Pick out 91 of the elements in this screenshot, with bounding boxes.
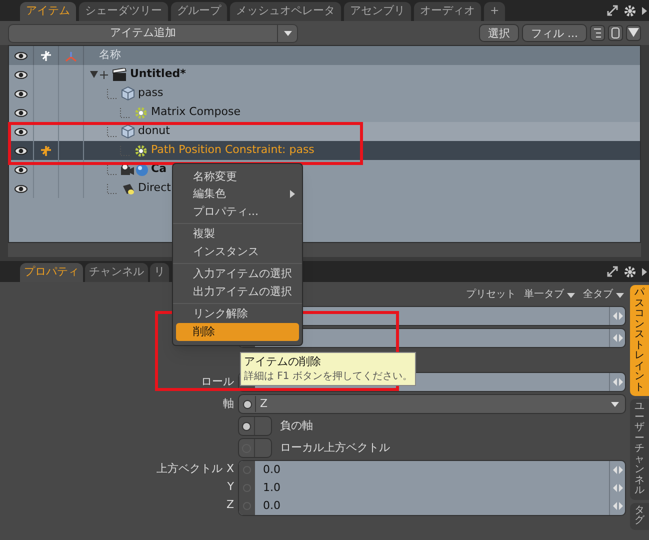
eye-icon[interactable]: [14, 50, 28, 60]
settings-icon[interactable]: [623, 264, 637, 278]
caret-icon: [567, 292, 575, 298]
menu-item[interactable]: 削除: [176, 323, 299, 340]
column-header: 名称: [98, 47, 121, 64]
camera-icon: [121, 162, 134, 176]
eye-icon[interactable]: [14, 164, 28, 174]
cube-icon: [121, 86, 135, 101]
arrow-icon[interactable]: [641, 266, 647, 276]
eye-icon[interactable]: [14, 88, 28, 98]
eye-icon[interactable]: [14, 108, 28, 118]
field-value: 0.0: [262, 498, 282, 514]
menu-item[interactable]: 複製: [176, 226, 299, 243]
tree-line-icon: [120, 146, 130, 156]
item-label: Direct: [138, 180, 171, 196]
side-tab[interactable]: ユーザーチャンネル: [630, 399, 649, 500]
cross-icon[interactable]: [40, 144, 52, 156]
expand-triangle-icon[interactable]: [90, 70, 98, 78]
tree-line-icon: [107, 88, 117, 98]
gear-icon: [134, 144, 148, 158]
tree-line-icon: [107, 126, 117, 136]
settings-icon[interactable]: [623, 4, 637, 18]
item-label: Untitled*: [130, 66, 186, 82]
tooltip-title: アイテムの削除: [244, 354, 322, 370]
panel-tab[interactable]: メッシュオペレータ: [230, 2, 341, 21]
panel-tab[interactable]: アセンブリ: [344, 2, 411, 21]
eye-icon[interactable]: [14, 126, 28, 136]
toolbar-button[interactable]: 選択: [479, 24, 519, 42]
panel-tab[interactable]: リ: [150, 263, 169, 282]
axis-label: Y: [227, 478, 234, 495]
tooltip-text: 詳細は F1 ボタンを押してください。: [244, 370, 412, 384]
maximize-icon[interactable]: [606, 4, 619, 17]
filter-icon[interactable]: [626, 25, 641, 41]
side-tab[interactable]: タグ: [630, 502, 649, 530]
clapperboard-icon: [112, 68, 127, 82]
field-label: 軸: [223, 396, 234, 412]
cube-icon: [121, 124, 135, 139]
menu-item[interactable]: 出力アイテムの選択: [176, 283, 299, 300]
panel-tab[interactable]: オーディオ: [414, 2, 481, 21]
eye-icon[interactable]: [14, 146, 28, 156]
tree-row[interactable]: Path Position Constraint: pass: [9, 141, 640, 160]
arrow-icon[interactable]: [641, 6, 647, 16]
preset-menu[interactable]: 全タブ: [583, 290, 624, 300]
toggle-switch[interactable]: [238, 416, 272, 436]
menu-item[interactable]: リンク解除: [176, 306, 299, 323]
toggle-knob[interactable]: [242, 422, 251, 430]
panel-tab[interactable]: アイテム: [20, 2, 76, 21]
tree-line-icon: [120, 108, 130, 118]
toggle-label: ローカル上方ベクトル: [280, 440, 390, 456]
tree-row[interactable]: donut: [9, 122, 640, 141]
item-label: pass: [138, 85, 164, 102]
caret-icon: [611, 402, 619, 406]
axis-label: X: [226, 460, 234, 477]
plus-icon[interactable]: [100, 70, 108, 78]
submenu-arrow-icon: [290, 190, 295, 198]
eye-icon[interactable]: [14, 70, 28, 80]
panel-tab[interactable]: チャンネル: [85, 263, 148, 282]
preset-menu[interactable]: 単一タブ: [524, 290, 575, 300]
panel-tab[interactable]: グループ: [171, 2, 227, 21]
spotlight-icon: [121, 182, 135, 196]
panel-tab[interactable]: +: [484, 2, 506, 21]
gear-icon: [134, 106, 148, 120]
field-value: 0.0: [262, 462, 282, 478]
item-label: donut: [138, 123, 170, 140]
menu-item[interactable]: 入力アイテムの選択: [176, 266, 299, 283]
menu-item[interactable]: プロパティ...: [176, 203, 299, 220]
caret-icon: [284, 30, 292, 36]
field-label: ロール: [201, 374, 234, 390]
menu-item[interactable]: インスタンス: [176, 243, 299, 260]
panel-tab[interactable]: シェーダツリー: [79, 2, 168, 21]
field-label: 上方ベクトル: [156, 460, 222, 477]
caret-icon: [616, 292, 624, 298]
field-value: 1.0: [262, 480, 282, 496]
item-label: Matrix Compose: [151, 104, 240, 120]
eye-icon[interactable]: [14, 184, 28, 194]
tree-line-icon: [107, 184, 117, 194]
toggle-switch[interactable]: [238, 438, 272, 458]
toolbar-button[interactable]: フィル ...: [522, 24, 587, 42]
side-tab[interactable]: パスコンストレイント: [630, 285, 649, 396]
list-icon[interactable]: [590, 25, 605, 41]
maximize-icon[interactable]: [606, 265, 619, 278]
axis-label: Z: [226, 496, 234, 513]
columns-icon[interactable]: [608, 25, 623, 41]
panel-tab[interactable]: プロパティ: [20, 263, 83, 282]
preset-menu[interactable]: プリセット: [466, 290, 516, 300]
tree-line-icon: [107, 164, 117, 174]
toggle-label: 負の軸: [280, 418, 313, 434]
axis-dropdown[interactable]: Z: [238, 394, 626, 414]
add-item-dropdown[interactable]: アイテム追加: [8, 24, 298, 42]
item-label: Path Position Constraint: pass: [151, 142, 314, 158]
sphere-icon: [136, 164, 148, 176]
